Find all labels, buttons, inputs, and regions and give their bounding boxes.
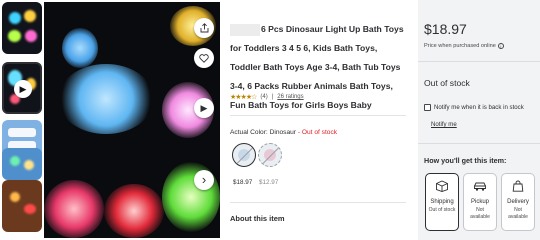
video-play-icon[interactable]: ▶ — [14, 80, 32, 98]
blurred-brand — [230, 23, 260, 36]
option-status: Not available — [508, 207, 528, 220]
next-image-chevron-icon[interactable]: › — [194, 170, 214, 190]
price: $18.97 — [424, 21, 467, 37]
option-label: Pickup — [470, 199, 489, 205]
color-label: Actual Color: — [230, 129, 268, 136]
option-label: Shipping — [430, 199, 454, 205]
delivery-bag-icon — [512, 180, 524, 192]
color-stock-status: Out of stock — [301, 129, 338, 136]
fulfillment-option-pickup[interactable]: Pickup Not available — [463, 173, 497, 231]
shipping-box-icon — [436, 180, 448, 192]
option-status: Out of stock — [428, 207, 456, 213]
rating-stars-icon: ★★★★☆ — [230, 94, 257, 101]
main-product-image[interactable]: ▶ › — [44, 2, 220, 238]
notify-me-link[interactable]: Notify me — [431, 121, 457, 128]
color-swatch-dinosaur[interactable] — [232, 143, 256, 167]
pickup-car-icon — [474, 182, 486, 191]
fulfillment-option-delivery[interactable]: Delivery Not available — [501, 173, 535, 231]
info-icon[interactable]: i — [497, 43, 504, 49]
review-count-link[interactable]: 26 ratings — [277, 94, 303, 100]
buy-box: $18.97 Price when purchased online i Out… — [418, 0, 540, 240]
video-play-icon[interactable]: ▶ — [194, 98, 214, 118]
rating-row[interactable]: ★★★★☆ (4) | 26 ratings — [230, 93, 304, 101]
notify-checkbox[interactable] — [424, 104, 431, 111]
fulfillment-option-shipping[interactable]: Shipping Out of stock — [425, 173, 459, 231]
thumbnail-4[interactable] — [2, 148, 42, 180]
divider — [418, 143, 540, 144]
product-info: 6 Pcs Dinosaur Light Up Bath Toys for To… — [230, 0, 408, 240]
divider — [230, 202, 406, 203]
swatch-price-2: $12.97 — [259, 179, 279, 186]
notify-checkbox-row[interactable]: Notify me when it is back in stock — [424, 104, 524, 111]
thumbnail-5[interactable] — [2, 180, 42, 232]
actual-color-row: Actual Color: Dinosaur - Out of stock — [230, 129, 337, 136]
rating-separator: | — [271, 94, 274, 100]
option-status: Not available — [470, 207, 490, 220]
color-swatch-2[interactable] — [258, 143, 282, 167]
fulfillment-title: How you'll get this item: — [424, 156, 507, 165]
favorite-heart-icon[interactable] — [194, 48, 214, 68]
price-note-text: Price when purchased online — [424, 43, 496, 49]
divider — [230, 115, 406, 116]
swatch-price-1: $18.97 — [233, 179, 253, 186]
thumbnail-1[interactable] — [2, 2, 42, 54]
notify-label: Notify me when it is back in stock — [434, 104, 524, 111]
option-label: Delivery — [507, 199, 529, 205]
divider — [418, 61, 540, 62]
thumbnail-rail: ▶ — [2, 2, 42, 240]
share-icon[interactable] — [194, 18, 214, 38]
stock-status: Out of stock — [424, 78, 470, 88]
thumbnail-2[interactable]: ▶ — [2, 62, 42, 114]
price-note: Price when purchased online i — [424, 43, 504, 49]
rating-value: (4) — [260, 94, 268, 100]
color-name: Dinosaur — [269, 129, 296, 136]
about-heading: About this item — [230, 214, 285, 223]
